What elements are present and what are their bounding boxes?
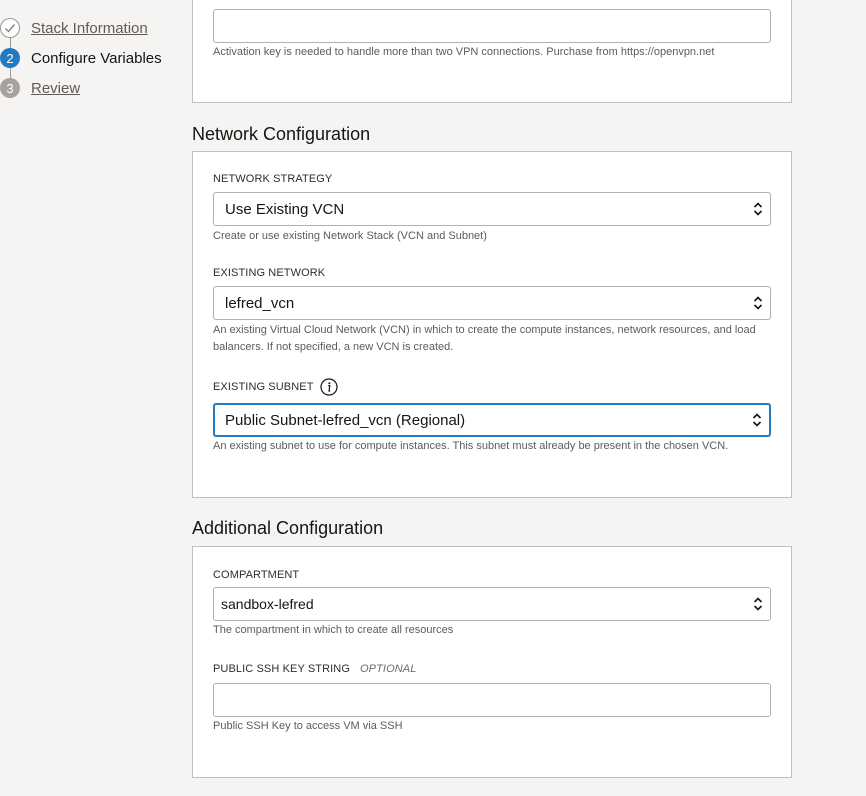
network-configuration-title: Network Configuration (192, 124, 371, 144)
existing-network-select[interactable]: lefred_vcn (213, 286, 771, 320)
ssh-key-input[interactable] (213, 683, 771, 717)
existing-network-hint: An existing Virtual Cloud Network (VCN) … (213, 324, 756, 353)
vpn-settings-panel: Activation key is needed to handle more … (192, 0, 792, 103)
existing-subnet-value: Public Subnet-lefred_vcn (Regional) (225, 411, 466, 429)
existing-subnet-label: EXISTING SUBNET (213, 378, 338, 396)
wizard-steps: Stack Information 2 Configure Variables … (0, 0, 180, 100)
network-strategy-label: NETWORK STRATEGY (213, 173, 333, 185)
chevron-up-down-icon (752, 413, 762, 427)
compartment-label: COMPARTMENT (213, 569, 300, 581)
network-strategy-hint: Create or use existing Network Stack (VC… (213, 230, 487, 242)
additional-configuration-panel: COMPARTMENT sandbox-lefred The compartme… (192, 546, 792, 778)
step-stack-information[interactable]: Stack Information (0, 17, 148, 39)
step-configure-variables[interactable]: 2 Configure Variables (0, 47, 162, 69)
network-configuration-panel: NETWORK STRATEGY Use Existing VCN Create… (192, 151, 792, 498)
activation-key-input[interactable] (213, 9, 771, 43)
step-label[interactable]: Stack Information (31, 20, 148, 37)
compartment-hint: The compartment in which to create all r… (213, 624, 454, 636)
network-strategy-value: Use Existing VCN (225, 200, 345, 218)
additional-configuration-title: Additional Configuration (192, 518, 384, 538)
compartment-select[interactable]: sandbox-lefred (213, 587, 771, 621)
compartment-value: sandbox-lefred (221, 596, 314, 612)
step-number: 3 (0, 78, 20, 98)
check-circle-icon (0, 18, 20, 38)
optional-tag: OPTIONAL (360, 663, 417, 675)
existing-subnet-hint: An existing subnet to use for compute in… (213, 440, 729, 452)
chevron-up-down-icon (753, 296, 763, 310)
step-label[interactable]: Review (31, 80, 80, 97)
chevron-up-down-icon (753, 597, 763, 611)
ssh-key-label: PUBLIC SSH KEY STRING OPTIONAL (213, 663, 417, 675)
chevron-up-down-icon (753, 202, 763, 216)
ssh-key-hint: Public SSH Key to access VM via SSH (213, 720, 403, 732)
existing-network-value: lefred_vcn (225, 294, 295, 312)
step-number: 2 (0, 48, 20, 68)
network-strategy-select[interactable]: Use Existing VCN (213, 192, 771, 226)
info-icon[interactable] (319, 378, 338, 396)
existing-subnet-select[interactable]: Public Subnet-lefred_vcn (Regional) (213, 403, 771, 437)
activation-key-hint: Activation key is needed to handle more … (213, 46, 715, 58)
step-review[interactable]: 3 Review (0, 77, 80, 99)
step-label: Configure Variables (31, 49, 162, 67)
existing-network-label: EXISTING NETWORK (213, 267, 326, 279)
